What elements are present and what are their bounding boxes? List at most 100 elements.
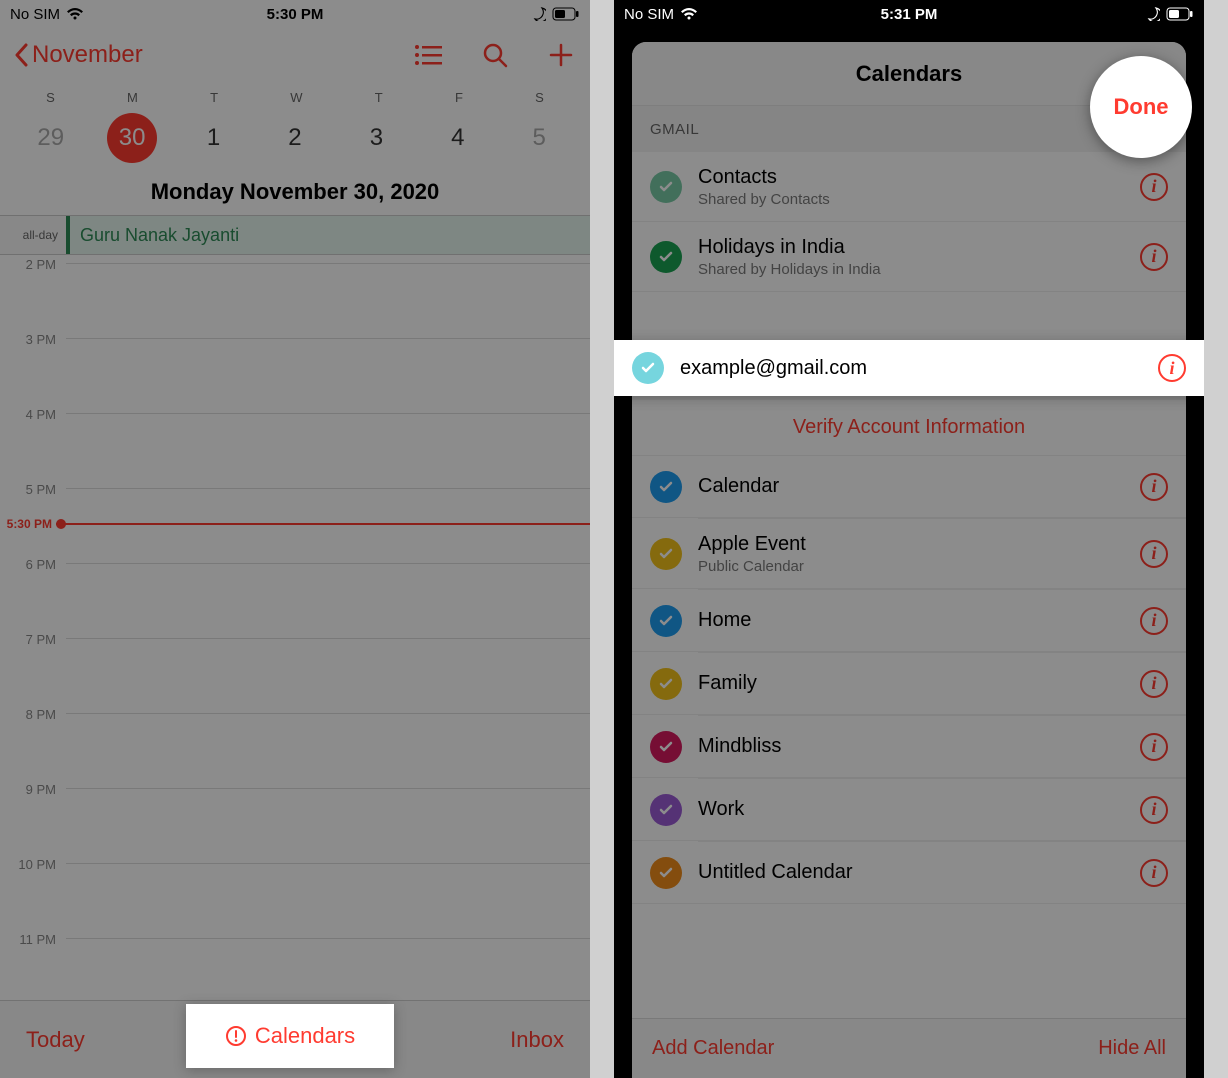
battery-icon <box>552 7 580 21</box>
date-cell[interactable]: 1 <box>180 124 248 152</box>
info-icon[interactable]: i <box>1158 354 1186 382</box>
calendar-row-email[interactable]: example@gmail.com i <box>614 340 1204 396</box>
date-cell[interactable]: 5 <box>505 124 573 152</box>
search-icon[interactable] <box>480 40 510 70</box>
inbox-button[interactable]: Inbox <box>510 1027 564 1053</box>
calendars-button[interactable]: Calendars <box>186 1004 394 1068</box>
calendar-name: Holidays in India <box>698 236 1124 259</box>
calendar-subtitle: Shared by Holidays in India <box>698 261 1124 278</box>
calendar-subtitle: Shared by Contacts <box>698 191 1124 208</box>
calendar-name: Untitled Calendar <box>698 861 1124 884</box>
now-label: 5:30 PM <box>0 517 56 531</box>
calendars-button-label: Calendars <box>255 1023 355 1049</box>
calendar-row-family[interactable]: Family i <box>632 653 1186 715</box>
calendar-row-contacts[interactable]: Contacts Shared by Contacts i <box>632 152 1186 222</box>
calendar-row-untitled[interactable]: Untitled Calendar i <box>632 842 1186 904</box>
nav-header: November <box>0 28 590 82</box>
current-time-indicator: 5:30 PM <box>0 517 590 531</box>
hour-label: 11 PM <box>0 930 66 947</box>
status-bar: No SIM 5:30 PM <box>0 0 590 28</box>
check-icon <box>650 857 682 889</box>
hide-all-button[interactable]: Hide All <box>1098 1037 1166 1060</box>
calendar-row-home[interactable]: Home i <box>632 590 1186 652</box>
clock: 5:30 PM <box>267 6 324 23</box>
weekday: F <box>455 90 463 105</box>
weekday: M <box>127 90 138 105</box>
verify-account-button[interactable]: Verify Account Information <box>632 400 1186 456</box>
allday-event[interactable]: Guru Nanak Jayanti <box>66 216 590 254</box>
weekday: T <box>375 90 383 105</box>
carrier-label: No SIM <box>624 6 674 23</box>
calendar-name: Home <box>698 609 1124 632</box>
done-button[interactable]: Done <box>1090 56 1192 158</box>
date-cell-today[interactable]: 30 <box>98 113 166 163</box>
hour-label: 7 PM <box>0 630 66 647</box>
calendar-row-calendar[interactable]: Calendar i <box>632 456 1186 518</box>
calendar-name: Calendar <box>698 475 1124 498</box>
date-cell[interactable]: 4 <box>424 124 492 152</box>
status-bar: No SIM 5:31 PM <box>614 0 1204 28</box>
list-icon[interactable] <box>414 40 444 70</box>
hour-label: 5 PM <box>0 480 66 497</box>
wifi-icon <box>680 7 698 21</box>
calendar-name: Family <box>698 672 1124 695</box>
check-icon <box>650 794 682 826</box>
hour-grid[interactable]: 2 PM 3 PM 4 PM 5 PM 6 PM 7 PM 8 PM 9 PM … <box>0 255 590 1005</box>
info-icon[interactable]: i <box>1140 243 1168 271</box>
check-icon <box>650 241 682 273</box>
date-cell[interactable]: 3 <box>342 124 410 152</box>
hour-label: 10 PM <box>0 855 66 872</box>
info-icon[interactable]: i <box>1140 670 1168 698</box>
info-icon[interactable]: i <box>1140 173 1168 201</box>
done-label: Done <box>1114 94 1169 120</box>
battery-icon <box>1166 7 1194 21</box>
hour-label: 6 PM <box>0 555 66 572</box>
info-icon[interactable]: i <box>1140 473 1168 501</box>
sheet-footer: Add Calendar Hide All <box>632 1018 1186 1078</box>
date-cell[interactable]: 2 <box>261 124 329 152</box>
calendar-name: Contacts <box>698 166 1124 189</box>
hour-label: 4 PM <box>0 405 66 422</box>
calendar-row-holidays[interactable]: Holidays in India Shared by Holidays in … <box>632 222 1186 292</box>
check-icon <box>650 171 682 203</box>
check-icon <box>650 538 682 570</box>
carrier-label: No SIM <box>10 6 60 23</box>
calendars-sheet: Calendars GMAIL HIDE ALL Contacts Shared… <box>632 42 1186 1078</box>
check-icon <box>650 668 682 700</box>
alert-icon <box>225 1025 247 1047</box>
info-icon[interactable]: i <box>1140 540 1168 568</box>
info-icon[interactable]: i <box>1140 733 1168 761</box>
today-button[interactable]: Today <box>26 1027 85 1053</box>
calendar-name: Apple Event <box>698 533 1124 556</box>
weekday: T <box>210 90 218 105</box>
dates-row: 29 30 1 2 3 4 5 <box>0 107 590 173</box>
hour-label: 3 PM <box>0 330 66 347</box>
dnd-icon <box>532 7 546 21</box>
calendar-name: Mindbliss <box>698 735 1124 758</box>
full-date-label: Monday November 30, 2020 <box>0 173 590 215</box>
date-cell[interactable]: 29 <box>17 124 85 152</box>
calendar-row-mindbliss[interactable]: Mindbliss i <box>632 716 1186 778</box>
add-icon[interactable] <box>546 40 576 70</box>
calendar-row-apple-event[interactable]: Apple Event Public Calendar i <box>632 519 1186 589</box>
calendar-row-work[interactable]: Work i <box>632 779 1186 841</box>
sheet-title: Calendars <box>856 61 962 87</box>
hour-label: 8 PM <box>0 705 66 722</box>
add-calendar-button[interactable]: Add Calendar <box>652 1037 774 1060</box>
info-icon[interactable]: i <box>1140 607 1168 635</box>
calendar-name: example@gmail.com <box>680 357 1142 380</box>
weekday: W <box>290 90 302 105</box>
section-title: GMAIL <box>650 121 699 138</box>
back-button[interactable]: November <box>14 41 143 69</box>
back-label: November <box>32 41 143 69</box>
dnd-icon <box>1146 7 1160 21</box>
hour-label: 9 PM <box>0 780 66 797</box>
phone-left: No SIM 5:30 PM November <box>0 0 590 1078</box>
weekday: S <box>535 90 544 105</box>
info-icon[interactable]: i <box>1140 796 1168 824</box>
info-icon[interactable]: i <box>1140 859 1168 887</box>
calendar-name: Work <box>698 798 1124 821</box>
clock: 5:31 PM <box>881 6 938 23</box>
check-icon <box>650 731 682 763</box>
wifi-icon <box>66 7 84 21</box>
